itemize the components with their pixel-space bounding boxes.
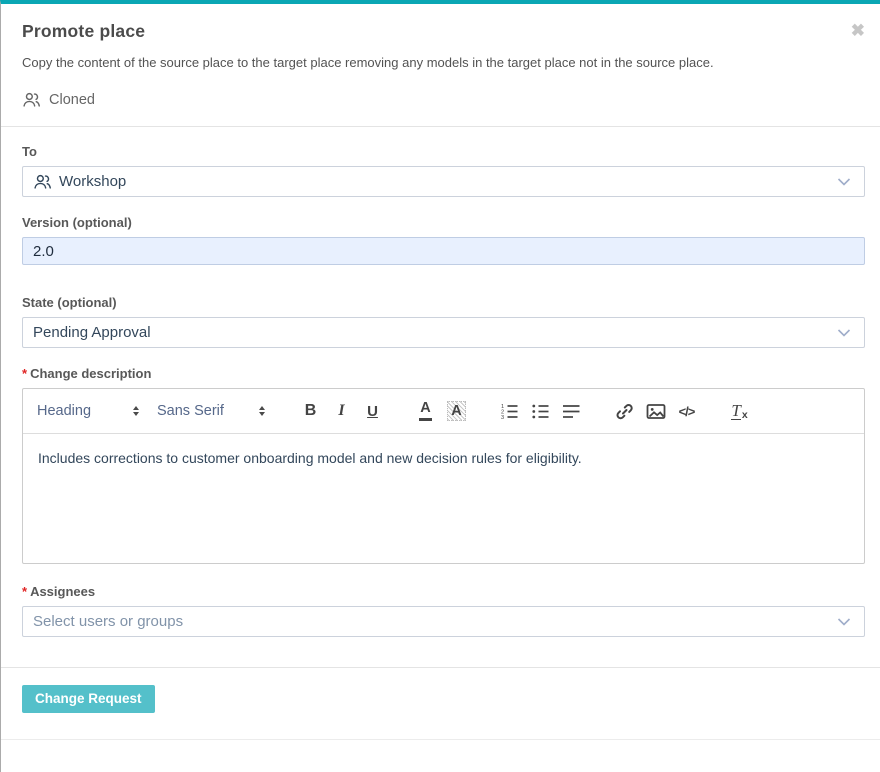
bullet-list-icon[interactable] [525,398,556,424]
bottom-edge-line [1,739,880,740]
promote-place-dialog: Promote place ✖ Copy the content of the … [0,0,880,772]
link-icon[interactable] [609,398,640,424]
font-picker[interactable]: Sans Serif [157,403,265,419]
chevron-down-icon [837,324,851,341]
required-asterisk: * [22,584,27,600]
field-version: Version (optional) [22,215,865,265]
picker-arrows-icon [259,406,265,417]
state-select[interactable]: Pending Approval [22,317,865,348]
page-title: Promote place [22,21,865,42]
color-group: A A [410,398,472,424]
clear-formatting-icon[interactable]: Tx [724,398,755,424]
promote-form: To Workshop Version (opt [1,127,880,637]
field-state: State (optional) Pending Approval [22,295,865,348]
change-request-button[interactable]: Change Request [22,685,155,713]
to-label: To [22,144,865,160]
assignees-select[interactable]: Select users or groups [22,606,865,637]
close-icon[interactable]: ✖ [851,22,865,39]
chevron-down-icon [837,173,851,190]
ordered-list-icon[interactable]: 123 [494,398,525,424]
target-place-value: Workshop [59,173,126,190]
background-color-icon[interactable]: A [441,398,472,424]
italic-icon[interactable]: I [326,398,357,424]
insert-group: </> [609,398,702,424]
clean-group: Tx [724,398,755,424]
source-place-row: Cloned [22,91,865,126]
target-place-select[interactable]: Workshop [22,166,865,197]
assignees-placeholder: Select users or groups [33,613,183,630]
underline-icon[interactable]: U [357,398,388,424]
rich-text-editor: Heading Sans Serif B I U [22,388,865,564]
format-group: B I U [295,398,388,424]
heading-picker[interactable]: Heading [37,403,139,419]
assignees-label: * Assignees [22,584,865,600]
state-value: Pending Approval [33,324,151,341]
bold-icon[interactable]: B [295,398,326,424]
state-label: State (optional) [22,295,865,311]
chevron-down-icon [837,613,851,630]
field-assignees: * Assignees Select users or groups [22,584,865,637]
version-label: Version (optional) [22,215,865,231]
editor-toolbar: Heading Sans Serif B I U [23,389,864,434]
align-icon[interactable] [556,398,587,424]
dialog-footer: Change Request [1,668,880,713]
dialog-header: Promote place ✖ Copy the content of the … [1,4,880,126]
text-color-icon[interactable]: A [410,398,441,424]
code-block-icon[interactable]: </> [671,398,702,424]
list-group: 123 [494,398,587,424]
field-change-description: * Change description Heading Sans Serif [22,366,865,564]
version-input[interactable] [22,237,865,265]
image-icon[interactable] [640,398,671,424]
change-description-editor-body[interactable]: Includes corrections to customer onboard… [23,434,864,563]
field-to: To Workshop [22,127,865,197]
change-description-label: * Change description [22,366,865,382]
dialog-description: Copy the content of the source place to … [22,55,865,70]
group-icon [22,91,41,108]
group-icon [33,173,52,190]
source-place-label: Cloned [49,92,95,108]
svg-text:3: 3 [501,415,504,421]
picker-arrows-icon [133,406,139,417]
required-asterisk: * [22,366,27,382]
